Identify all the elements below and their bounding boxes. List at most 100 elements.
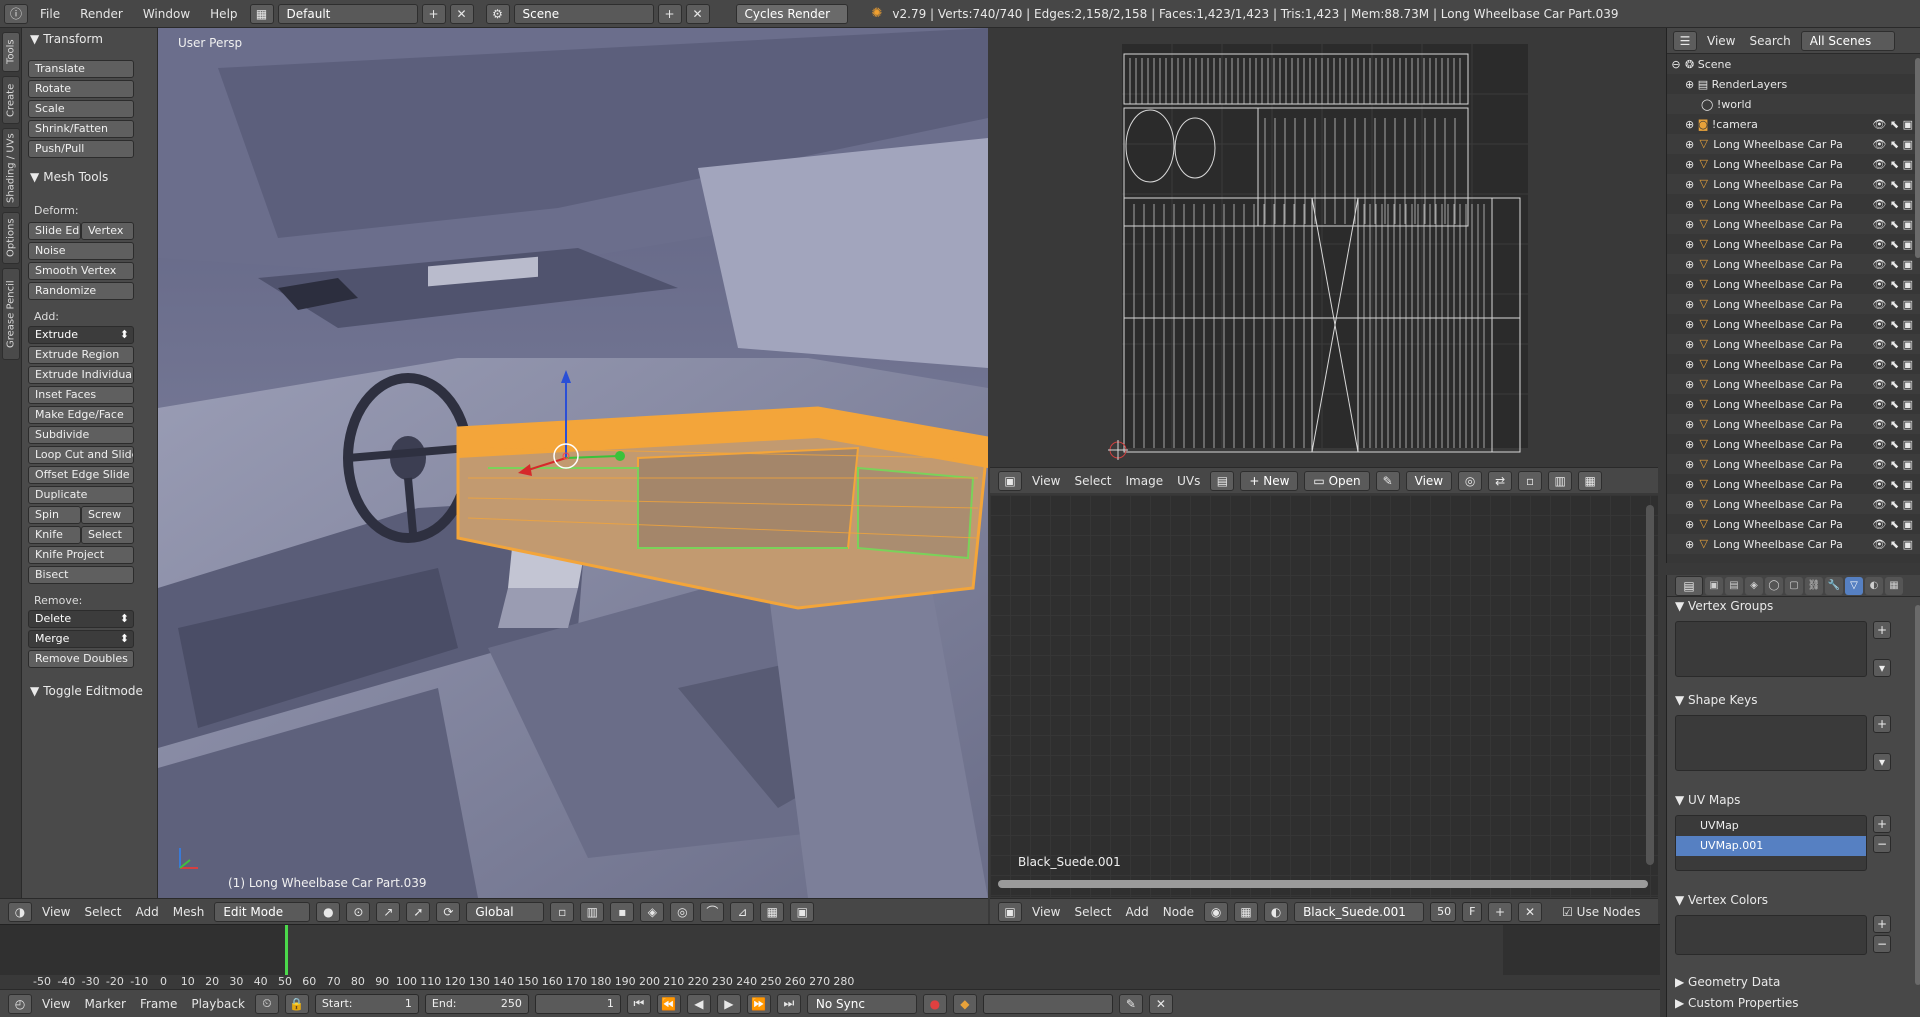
visibility-icons[interactable]: 👁 ⬉ ▣ [1872, 278, 1913, 291]
visibility-icons[interactable]: 👁 ⬉ ▣ [1872, 138, 1913, 151]
next-keyframe-icon[interactable]: ⏩ [746, 993, 771, 1014]
vp-menu-view[interactable]: View [38, 905, 74, 919]
remove-uv-map-icon[interactable]: − [1873, 835, 1891, 853]
outliner-object-row[interactable]: ⊕ ▽ Long Wheelbase Car Pa 👁 ⬉ ▣ [1667, 194, 1920, 214]
visibility-icons[interactable]: 👁 ⬉ ▣ [1872, 358, 1913, 371]
remove-layout-icon[interactable]: ✕ [449, 3, 474, 24]
prev-keyframe-icon[interactable]: ⏪ [656, 993, 681, 1014]
add-layout-icon[interactable]: + [421, 3, 446, 24]
sync-mode-dropdown[interactable]: No Sync [806, 993, 917, 1014]
material-icon[interactable]: ◐ [1264, 901, 1289, 922]
vp-menu-mesh[interactable]: Mesh [169, 905, 209, 919]
inset-faces-button[interactable]: Inset Faces [28, 386, 134, 404]
uv-maps-list[interactable]: UVMap UVMap.001 [1675, 815, 1867, 871]
visibility-icons[interactable]: 👁 ⬉ ▣ [1872, 418, 1913, 431]
edge-select-mode-icon[interactable]: ▥ [580, 901, 605, 922]
rotate-button[interactable]: Rotate [28, 80, 134, 98]
3d-viewport[interactable]: User Persp (1) Long Wheelbase Car Part.0… [158, 28, 988, 898]
outliner-object-row[interactable]: ⊕ ▽ Long Wheelbase Car Pa 👁 ⬉ ▣ [1667, 314, 1920, 334]
node-menu-select[interactable]: Select [1070, 905, 1115, 919]
outliner-object-row[interactable]: ⊕ ▽ Long Wheelbase Car Pa 👁 ⬉ ▣ [1667, 154, 1920, 174]
start-frame-field[interactable]: Start: 1 [314, 993, 419, 1014]
snap-element-icon[interactable]: ▦ [760, 901, 785, 922]
uvmap-item-selected[interactable]: UVMap.001 [1676, 836, 1866, 856]
uv-menu-image[interactable]: Image [1122, 474, 1168, 488]
visibility-icons[interactable]: 👁 ⬉ ▣ [1872, 478, 1913, 491]
node-menu-view[interactable]: View [1028, 905, 1064, 919]
tl-menu-frame[interactable]: Frame [136, 997, 181, 1011]
pivot-icon[interactable]: ◎ [1458, 470, 1483, 491]
open-image-button[interactable]: ▭ Open [1304, 470, 1370, 491]
remove-scene-icon[interactable]: ✕ [685, 3, 710, 24]
render-layers-tab-icon[interactable]: ▤ [1725, 576, 1743, 595]
object-tab-icon[interactable]: ▢ [1785, 576, 1803, 595]
add-scene-icon[interactable]: + [657, 3, 682, 24]
visibility-icons[interactable]: 👁 ⬉ ▣ [1872, 398, 1913, 411]
menu-help[interactable]: Help [202, 0, 245, 28]
outliner-camera-row[interactable]: ⊕ ◙ !camera 👁 ⬉ ▣ [1667, 114, 1920, 134]
add-vertex-group-icon[interactable]: + [1873, 621, 1891, 639]
visibility-icons[interactable]: 👁 ⬉ ▣ [1872, 538, 1913, 551]
play-reverse-icon[interactable]: ◀ [686, 993, 711, 1014]
toggle-editmode-panel-header[interactable]: ▼ Toggle Editmode [22, 680, 143, 702]
transform-panel-header[interactable]: ▼ Transform [22, 28, 103, 50]
uv-menu-view[interactable]: View [1028, 474, 1064, 488]
visibility-icons[interactable]: 👁 ⬉ ▣ [1872, 258, 1913, 271]
uv-menu-uvs[interactable]: UVs [1173, 474, 1204, 488]
shape-keys-header[interactable]: ▼ Shape Keys [1675, 693, 1757, 707]
pivot-point-icon[interactable]: ⊙ [346, 901, 371, 922]
view-mode-dropdown[interactable]: View [1405, 470, 1453, 491]
vertex-select-icon[interactable]: ▫ [1518, 470, 1543, 491]
knife-select-button[interactable]: Select [81, 526, 134, 544]
editor-type-icon[interactable]: ▣ [998, 470, 1022, 491]
remove-vertex-color-icon[interactable]: − [1873, 935, 1891, 953]
use-nodes-checkbox[interactable]: ☑ Use Nodes [1558, 905, 1644, 919]
orientation-dropdown[interactable]: Global [466, 901, 545, 922]
randomize-button[interactable]: Randomize [28, 282, 134, 300]
shape-keys-list[interactable] [1675, 715, 1867, 771]
editor-type-icon[interactable]: ▤ [1675, 575, 1703, 596]
delete-dropdown[interactable]: Delete ⬍ [28, 610, 134, 628]
visibility-icons[interactable]: 👁 ⬉ ▣ [1872, 178, 1913, 191]
visibility-icons[interactable]: 👁 ⬉ ▣ [1872, 238, 1913, 251]
tl-menu-playback[interactable]: Playback [187, 997, 249, 1011]
visibility-icons[interactable]: 👁 ⬉ ▣ [1872, 298, 1913, 311]
vp-menu-add[interactable]: Add [132, 905, 163, 919]
node-editor-scrollbar[interactable] [998, 880, 1648, 888]
modifiers-tab-icon[interactable]: 🔧 [1825, 576, 1843, 595]
render-tab-icon[interactable]: ▣ [1705, 576, 1723, 595]
vertex-select-mode-icon[interactable]: ▫ [550, 901, 575, 922]
proportional-edit-icon[interactable]: ◎ [670, 901, 695, 922]
node-menu-node[interactable]: Node [1159, 905, 1198, 919]
geometry-data-header[interactable]: ▶ Geometry Data [1675, 975, 1780, 989]
outliner-object-row[interactable]: ⊕ ▽ Long Wheelbase Car Pa 👁 ⬉ ▣ [1667, 454, 1920, 474]
mesh-data-tab-icon[interactable]: ▽ [1845, 576, 1863, 595]
play-icon[interactable]: ▶ [716, 993, 741, 1014]
outliner-object-row[interactable]: ⊕ ▽ Long Wheelbase Car Pa 👁 ⬉ ▣ [1667, 294, 1920, 314]
shader-tree-icon[interactable]: ◉ [1204, 901, 1229, 922]
uv-maps-header[interactable]: ▼ UV Maps [1675, 793, 1740, 807]
mode-dropdown[interactable]: Edit Mode [214, 901, 311, 922]
screen-layout-select[interactable]: Default [277, 3, 418, 24]
outliner-renderlayers-row[interactable]: ⊕ ▤ RenderLayers [1667, 74, 1920, 94]
layout-grid-icon[interactable]: ▦ [249, 3, 274, 24]
info-editor-icon[interactable]: ⓘ [4, 3, 28, 24]
tab-shading-uvs[interactable]: Shading / UVs [2, 128, 20, 208]
translate-manip-icon[interactable]: ➚ [406, 901, 431, 922]
mesh-tools-panel-header[interactable]: ▼ Mesh Tools [22, 166, 108, 188]
extrude-dropdown[interactable]: Extrude ⬍ [28, 326, 134, 344]
outliner-menu-view[interactable]: View [1703, 34, 1739, 48]
fake-user-toggle[interactable]: F [1462, 901, 1483, 922]
tab-tools[interactable]: Tools [2, 32, 20, 72]
offset-edge-slide-button[interactable]: Offset Edge Slide [28, 466, 134, 484]
visibility-icons[interactable]: 👁 ⬉ ▣ [1872, 118, 1913, 131]
bisect-button[interactable]: Bisect [28, 566, 134, 584]
falloff-icon[interactable]: ⌒ [700, 901, 725, 922]
slide-vertex-button[interactable]: Vertex [81, 222, 134, 240]
constraints-tab-icon[interactable]: ⛓ [1805, 576, 1823, 595]
outliner-object-row[interactable]: ⊕ ▽ Long Wheelbase Car Pa 👁 ⬉ ▣ [1667, 174, 1920, 194]
outliner-object-row[interactable]: ⊕ ▽ Long Wheelbase Car Pa 👁 ⬉ ▣ [1667, 494, 1920, 514]
edge-select-icon[interactable]: ▥ [1548, 470, 1573, 491]
viewport-shading-icon[interactable]: ● [316, 901, 341, 922]
add-uv-map-icon[interactable]: + [1873, 815, 1891, 833]
